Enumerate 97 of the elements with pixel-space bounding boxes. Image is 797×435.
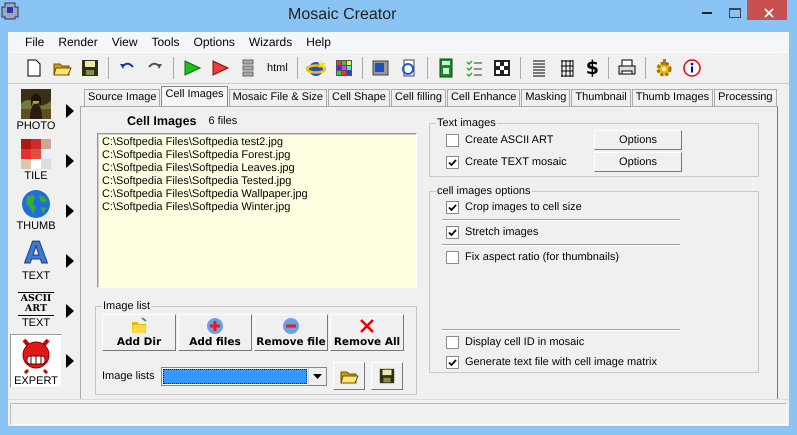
tab[interactable]: Processing xyxy=(714,89,777,106)
checkbox[interactable] xyxy=(446,356,459,368)
tab[interactable]: Source Image xyxy=(84,89,160,106)
checkbox-label: Generate text file with cell image matrix xyxy=(465,356,657,368)
app-icon xyxy=(0,0,20,20)
image-list-dropdown[interactable] xyxy=(160,366,327,386)
checkbox-label: Create TEXT mosaic xyxy=(465,156,567,168)
menu-item[interactable]: View xyxy=(104,35,144,49)
caret-icon[interactable] xyxy=(66,104,74,118)
tab[interactable]: Cell filling xyxy=(390,89,446,106)
save-icon xyxy=(378,367,396,385)
letter-icon: A xyxy=(24,239,48,269)
list-button[interactable]: Add Dir xyxy=(102,314,176,351)
save-icon[interactable] xyxy=(80,58,100,78)
maximize-icon xyxy=(729,8,741,18)
group-title: Image list xyxy=(102,300,152,312)
globe-icon xyxy=(21,189,51,219)
group-title: cell images options xyxy=(436,185,532,197)
sidebar-label: EXPERT xyxy=(14,375,58,388)
list-button[interactable]: Remove file xyxy=(254,314,328,351)
checkbox[interactable] xyxy=(446,336,459,348)
list-item[interactable]: C:\Softpedia Files\Softpedia Tested.jpg xyxy=(102,175,412,188)
folder-icon xyxy=(130,317,148,335)
list-button[interactable]: Remove All xyxy=(330,314,404,351)
caret-icon[interactable] xyxy=(66,354,74,368)
checkbox-label: Crop images to cell size xyxy=(465,201,582,213)
menu-item[interactable]: Tools xyxy=(144,35,187,49)
dropdown-icon xyxy=(312,374,322,378)
currency-button[interactable]: $ xyxy=(586,57,600,79)
checkbox[interactable] xyxy=(446,156,459,168)
tab[interactable]: Cell Enhance xyxy=(446,89,520,106)
list-button[interactable]: Add files xyxy=(178,314,252,351)
plus-icon xyxy=(206,317,224,335)
list-item[interactable]: C:\Softpedia Files\Softpedia test2.jpg xyxy=(102,136,412,149)
tab[interactable]: Thumbnail xyxy=(571,89,631,106)
play-icon[interactable] xyxy=(182,58,202,78)
play-icon[interactable] xyxy=(210,58,230,78)
delete-icon xyxy=(358,317,376,335)
sidebar-label: TEXT xyxy=(22,317,50,330)
menu-item[interactable]: Render xyxy=(51,35,105,49)
options-button[interactable]: Options xyxy=(594,152,682,172)
checkbox-label: Stretch images xyxy=(465,226,538,238)
open-list-button[interactable] xyxy=(332,362,365,390)
list-item[interactable]: C:\Softpedia Files\Softpedia Wallpaper.jpg xyxy=(102,188,412,201)
menu-item[interactable]: Options xyxy=(186,35,242,49)
list-item[interactable]: C:\Softpedia Files\Softpedia Leaves.jpg xyxy=(102,162,412,175)
checklist-icon[interactable] xyxy=(464,58,484,78)
checkbox-label: Create ASCII ART xyxy=(465,134,554,146)
section-title: Cell Images xyxy=(127,114,196,128)
group-title: Text images xyxy=(436,117,497,129)
sidebar-item[interactable]: EXPERT xyxy=(10,334,62,388)
sidebar-item[interactable]: TILE xyxy=(10,136,62,186)
minus-icon xyxy=(282,317,300,335)
globe-icon[interactable] xyxy=(306,58,326,78)
close-icon xyxy=(764,8,774,18)
color-grid-icon[interactable] xyxy=(334,58,354,78)
list-item[interactable]: C:\Softpedia Files\Softpedia Forest.jpg xyxy=(102,149,412,162)
sidebar-label: PHOTO xyxy=(16,120,56,133)
file-count: 6 files xyxy=(208,115,238,127)
save-list-button[interactable] xyxy=(370,362,403,390)
menu-item[interactable]: File xyxy=(18,35,52,49)
sidebar-label: TEXT xyxy=(22,270,50,283)
sidebar-item[interactable]: THUMB xyxy=(10,186,62,236)
sidebar-item[interactable]: PHOTO xyxy=(10,86,62,136)
checkbox-label: Fix aspect ratio (for thumbnails) xyxy=(465,251,620,263)
sidebar-label: TILE xyxy=(24,170,48,183)
checkbox-label: Display cell ID in mosaic xyxy=(465,336,584,348)
caret-icon[interactable] xyxy=(66,304,74,318)
menu-item[interactable]: Wizards xyxy=(242,35,300,49)
close-button[interactable] xyxy=(747,0,787,20)
monitor-icon[interactable] xyxy=(370,58,391,78)
gear-icon[interactable] xyxy=(654,58,674,78)
sidebar-label: THUMB xyxy=(16,220,56,233)
caret-icon[interactable] xyxy=(66,254,74,268)
checkbox[interactable] xyxy=(446,226,459,238)
tab[interactable]: Cell Images xyxy=(161,86,228,106)
caret-icon[interactable] xyxy=(66,204,74,218)
caret-icon[interactable] xyxy=(66,154,74,168)
minimize-icon xyxy=(702,12,712,14)
tab[interactable]: Thumb Images xyxy=(632,89,714,106)
menu-item[interactable]: Help xyxy=(299,35,338,49)
checkbox[interactable] xyxy=(446,134,459,146)
sidebar-item[interactable]: ASCII ART TEXT xyxy=(10,286,62,336)
options-button[interactable]: Options xyxy=(594,130,682,150)
checker-icon[interactable] xyxy=(492,58,512,78)
tile-grid-icon xyxy=(21,139,51,169)
sidebar-item[interactable]: A TEXT xyxy=(10,236,62,286)
info-icon[interactable] xyxy=(682,58,702,78)
checkbox[interactable] xyxy=(446,250,459,264)
checkbox[interactable] xyxy=(446,200,459,214)
tab[interactable]: Cell Shape xyxy=(328,89,390,106)
tab[interactable]: Masking xyxy=(521,89,570,106)
list-item[interactable]: C:\Softpedia Files\Softpedia Winter.jpg xyxy=(102,201,412,214)
tab[interactable]: Mosaic File & Size xyxy=(228,89,328,106)
html-button[interactable]: html xyxy=(267,62,288,74)
window-title: Mosaic Creator xyxy=(288,6,396,24)
field-label: Image lists xyxy=(102,370,155,382)
